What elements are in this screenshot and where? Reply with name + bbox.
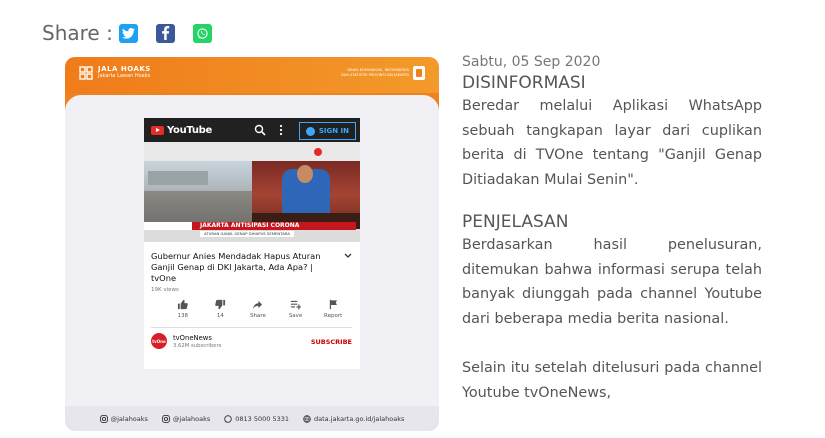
hoax-infographic-card: JALA HOAKS Jakarta Lawan Hoaks DINAS KOM… [65, 57, 439, 431]
video-title: Gubernur Anies Mendadak Hapus Aturan Gan… [151, 251, 321, 283]
youtube-play-icon [151, 125, 164, 135]
jalahoaks-logo-icon [79, 65, 93, 80]
card-footer: @jalahoaks @jalahoaks 0813 5000 5331 dat… [65, 406, 439, 431]
share-bar: Share : [42, 21, 230, 45]
dki-emblem-icon [413, 66, 425, 80]
report-action: Report [314, 299, 352, 319]
save-action: Save [277, 299, 315, 319]
lower-third-subtitle: ATURAN GANJIL GENAP DIHAPUS SEMENTARA [200, 231, 294, 237]
article: Sabtu, 05 Sep 2020 DISINFORMASI Beredar … [462, 53, 762, 405]
playlist-add-icon [290, 300, 302, 310]
news-lower-third: JAKARTA ANTISIPASI CORONA ATURAN GANJIL … [144, 222, 360, 242]
gov-agency: DINAS KOMUNIKASI, INFORMATIKA DAN STATIS… [341, 66, 425, 80]
paragraph-penjelasan: Berdasarkan hasil penelusuran, ditemukan… [462, 237, 762, 327]
lower-third-title: JAKARTA ANTISIPASI CORONA [200, 222, 300, 229]
youtube-topbar: YouTube SIGN IN [144, 118, 360, 142]
video-actions: 138 14 Share Save Report [151, 299, 352, 319]
search-icon [254, 124, 266, 136]
whatsapp-icon [224, 414, 232, 423]
thumbs-up-icon [178, 299, 189, 310]
thumbs-down-icon [215, 299, 225, 310]
subscribe-button: SUBSCRIBE [310, 338, 352, 346]
share-icon [253, 300, 263, 310]
channel-subscribers: 3.62M subscribers [173, 342, 222, 349]
video-frame: JAKARTA ANTISIPASI CORONA ATURAN GANJIL … [144, 142, 360, 242]
share-label: Share : [42, 21, 113, 45]
video-left-scene [144, 161, 252, 229]
youtube-logo: YouTube [151, 125, 212, 136]
video-info: Gubernur Anies Mendadak Hapus Aturan Gan… [144, 242, 360, 328]
signin-label: SIGN IN [318, 127, 349, 135]
brand-name: JALA HOAKS [98, 65, 151, 73]
video-views: 19K views [151, 287, 179, 293]
whatsapp-icon[interactable] [192, 23, 212, 43]
gov-line-2: DAN STATISTIK PROVINSI DKI JAKARTA [341, 73, 409, 77]
youtube-signin-button: SIGN IN [298, 122, 356, 140]
channel-avatar: tvOne [151, 333, 167, 349]
account-icon [305, 126, 315, 136]
heading-disinformasi: DISINFORMASI [462, 73, 586, 93]
globe-icon [303, 414, 311, 423]
twitter-icon[interactable] [118, 23, 138, 43]
chevron-down-icon [344, 253, 352, 258]
youtube-logo-text: YouTube [167, 124, 212, 136]
more-vertical-icon [279, 124, 283, 136]
live-dot-icon [314, 148, 322, 156]
flag-icon [329, 299, 337, 310]
youtube-screenshot: YouTube SIGN IN JAKARTA ANTISIPASI CORON… [144, 118, 360, 369]
dislike-action: 14 [202, 299, 240, 319]
video-right-scene [252, 161, 360, 229]
footer-whatsapp: 0813 5000 5331 [224, 415, 289, 423]
like-action: 138 [164, 299, 202, 319]
article-date: Sabtu, 05 Sep 2020 [462, 54, 601, 70]
heading-penjelasan: PENJELASAN [462, 212, 569, 232]
footer-instagram-1: @jalahoaks [99, 414, 148, 423]
channel-row: tvOne tvOneNews 3.62M subscribers SUBSCR… [144, 328, 360, 349]
share-action: Share [239, 299, 277, 319]
paragraph-penelusuran: Selain itu setelah ditelusuri pada chann… [462, 360, 762, 401]
facebook-icon[interactable] [155, 23, 175, 43]
jalahoaks-brand: JALA HOAKS Jakarta Lawan Hoaks [79, 65, 151, 80]
instagram-icon [162, 414, 170, 423]
instagram-icon [99, 414, 108, 423]
channel-name: tvOneNews [173, 333, 212, 342]
brand-tagline: Jakarta Lawan Hoaks [98, 73, 151, 79]
paragraph-disinformasi: Beredar melalui Aplikasi WhatsApp sebuah… [462, 98, 762, 188]
footer-website: data.jakarta.go.id/jalahoaks [303, 415, 404, 423]
footer-instagram-2: @jalahoaks [162, 415, 210, 423]
